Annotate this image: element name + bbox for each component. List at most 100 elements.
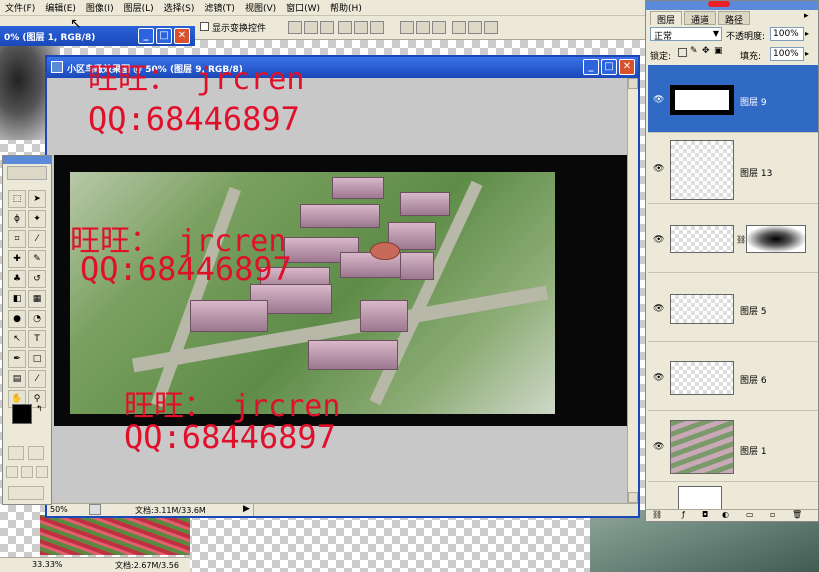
maximize-button[interactable]: □	[156, 28, 172, 44]
quick-mask-icon[interactable]	[28, 446, 44, 460]
align-left-icon[interactable]	[338, 21, 352, 34]
lock-all-icon[interactable]: ▣	[714, 46, 723, 56]
lock-transparency-icon[interactable]	[678, 48, 687, 57]
menu-help[interactable]: 帮助(H)	[325, 1, 367, 14]
marquee-tool-icon[interactable]: ⬚	[8, 190, 26, 208]
new-layer-icon[interactable]: ▫	[770, 510, 775, 519]
back-document-titlebar[interactable]: 0% (图层 1, RGB/8) _ □ ✕	[0, 26, 195, 46]
clone-stamp-icon[interactable]: ♣	[8, 270, 26, 288]
align-right-icon[interactable]	[370, 21, 384, 34]
layer-row[interactable]: 👁 图层 5	[648, 274, 818, 342]
screen-mode-2-icon[interactable]	[21, 466, 33, 478]
eraser-tool-icon[interactable]: ◧	[8, 290, 26, 308]
eye-icon[interactable]: 👁	[653, 235, 664, 245]
foreground-color-swatch[interactable]	[12, 404, 32, 424]
eye-icon[interactable]: 👁	[653, 95, 664, 105]
zoom-level[interactable]: 50%	[50, 505, 68, 514]
eye-icon[interactable]: 👁	[653, 442, 664, 452]
adjustment-layer-icon[interactable]: ◐	[722, 510, 729, 519]
panel-menu-icon[interactable]: ▸	[804, 11, 809, 21]
move-tool-icon[interactable]: ➤	[28, 190, 46, 208]
distribute-bottom-icon[interactable]	[432, 21, 446, 34]
align-hcenter-icon[interactable]	[354, 21, 368, 34]
align-top-icon[interactable]	[288, 21, 302, 34]
screen-mode-3-icon[interactable]	[36, 466, 48, 478]
menu-file[interactable]: 文件(F)	[0, 1, 40, 14]
layer-row[interactable]: 👁 图层 6	[648, 343, 818, 411]
distribute-right-icon[interactable]	[484, 21, 498, 34]
eye-icon[interactable]: 👁	[653, 373, 664, 383]
distribute-top-icon[interactable]	[400, 21, 414, 34]
new-group-icon[interactable]: ▭	[746, 510, 754, 519]
layer-mask-thumbnail[interactable]	[746, 225, 806, 253]
menu-edit[interactable]: 编辑(E)	[40, 1, 81, 14]
fill-slider-icon[interactable]: ▸	[805, 49, 809, 58]
tab-paths[interactable]: 路径	[718, 11, 751, 26]
lock-pixels-icon[interactable]: ✎	[690, 46, 698, 56]
layer-row[interactable]: 👁 图层 9	[648, 65, 818, 133]
toolbox-header[interactable]	[3, 156, 51, 164]
menu-image[interactable]: 图像(I)	[81, 1, 119, 14]
standard-mode-icon[interactable]	[8, 446, 24, 460]
dodge-tool-icon[interactable]: ◔	[28, 310, 46, 328]
distribute-left-icon[interactable]	[452, 21, 466, 34]
menu-view[interactable]: 视图(V)	[240, 1, 281, 14]
shape-tool-icon[interactable]: □	[28, 350, 46, 368]
menu-window[interactable]: 窗口(W)	[281, 1, 325, 14]
mask-link-icon[interactable]: ⛓	[736, 235, 746, 244]
distribute-hcenter-icon[interactable]	[468, 21, 482, 34]
layer-row[interactable]: 👁 图层 1	[648, 412, 818, 482]
slice-tool-icon[interactable]: ⁄	[28, 230, 46, 248]
maximize-button[interactable]: □	[601, 59, 617, 75]
eye-icon[interactable]: 👁	[653, 164, 664, 174]
tab-layers[interactable]: 图层	[650, 11, 683, 26]
menu-filter[interactable]: 滤镜(T)	[199, 1, 240, 14]
layer-row[interactable]: 👁 ⛓	[648, 205, 818, 273]
healing-brush-icon[interactable]: ✚	[8, 250, 26, 268]
path-select-icon[interactable]: ↖	[8, 330, 26, 348]
swap-colors-icon[interactable]: ↰	[36, 404, 43, 413]
vertical-scrollbar[interactable]	[627, 78, 638, 503]
show-transform-checkbox[interactable]	[200, 22, 209, 31]
menu-layer[interactable]: 图层(L)	[119, 1, 159, 14]
align-bottom-icon[interactable]	[320, 21, 334, 34]
minimize-button[interactable]: _	[583, 59, 599, 75]
status-menu-icon[interactable]	[89, 504, 101, 515]
menu-select[interactable]: 选择(S)	[159, 1, 200, 14]
close-button[interactable]: ✕	[174, 28, 190, 44]
tab-channels[interactable]: 通道	[684, 11, 717, 26]
history-brush-icon[interactable]: ↺	[28, 270, 46, 288]
pen-tool-icon[interactable]: ✒	[8, 350, 26, 368]
opacity-input[interactable]: 100%	[770, 27, 804, 41]
add-mask-icon[interactable]: ◘	[702, 510, 708, 519]
align-vcenter-icon[interactable]	[304, 21, 318, 34]
feather-logo-icon[interactable]	[7, 166, 47, 180]
crop-tool-icon[interactable]: ⌗	[8, 230, 26, 248]
layer-style-icon[interactable]: ƒ	[682, 510, 685, 519]
jump-to-imageready-icon[interactable]	[8, 486, 44, 500]
lock-position-icon[interactable]: ✥	[702, 46, 710, 56]
notes-tool-icon[interactable]: ▤	[8, 370, 26, 388]
blend-mode-select[interactable]: 正常 ▼	[650, 27, 722, 42]
type-tool-icon[interactable]: T	[28, 330, 46, 348]
link-layers-icon[interactable]: ⛓	[652, 510, 662, 519]
brush-tool-icon[interactable]: ✎	[28, 250, 46, 268]
eye-icon[interactable]: 👁	[653, 304, 664, 314]
horizontal-scrollbar[interactable]	[253, 504, 638, 516]
back-zoom-level[interactable]: 33.33%	[32, 560, 63, 569]
blur-tool-icon[interactable]: ●	[8, 310, 26, 328]
magic-wand-icon[interactable]: ✦	[28, 210, 46, 228]
lasso-tool-icon[interactable]: ϕ	[8, 210, 26, 228]
status-arrow-icon[interactable]: ▶	[243, 504, 250, 514]
fill-input[interactable]: 100%	[770, 47, 804, 61]
opacity-slider-icon[interactable]: ▸	[805, 29, 809, 38]
close-button[interactable]: ✕	[619, 59, 635, 75]
screen-mode-1-icon[interactable]	[6, 466, 18, 478]
distribute-vcenter-icon[interactable]	[416, 21, 430, 34]
layer-row[interactable]: 👁 图层 13	[648, 134, 818, 204]
eyedropper-icon[interactable]: ⁄	[28, 370, 46, 388]
panel-header[interactable]	[646, 1, 818, 10]
delete-layer-icon[interactable]: 🗑	[792, 510, 802, 519]
minimize-button[interactable]: _	[138, 28, 154, 44]
gradient-tool-icon[interactable]: ▦	[28, 290, 46, 308]
